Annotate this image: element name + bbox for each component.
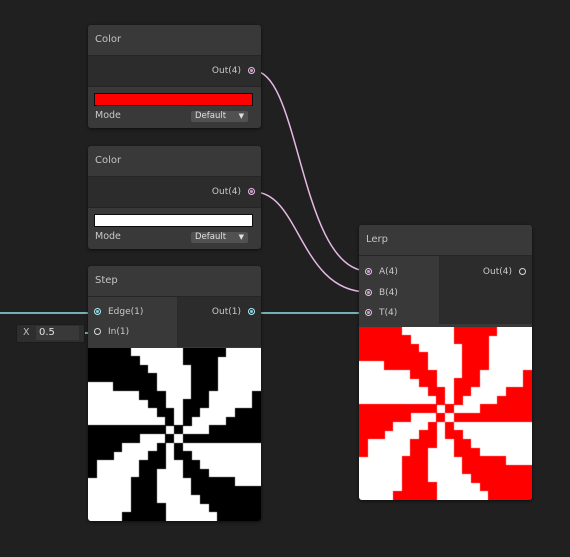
output-row: Out(4) [88,177,261,208]
out-port-icon[interactable] [248,188,255,195]
in-port-label: In(1) [108,327,130,337]
out-port-icon[interactable] [519,268,526,275]
step-in-inline-value[interactable]: X 0.5 [16,324,85,343]
out-port-label: Out(1) [211,307,241,317]
node-title: Step [88,266,261,297]
edge-color2-to-lerp-b[interactable] [253,191,369,293]
out-port-label: Out(4) [482,267,512,277]
input-ports: Edge(1) In(1) [88,297,178,347]
a-port-label: A(4) [379,267,398,277]
color-properties: Mode Default ▼ [88,208,261,248]
output-ports: Out(4) [440,256,532,324]
in-port-icon[interactable] [94,328,101,335]
color-properties: Mode Default ▼ [88,87,261,127]
b-port-label: B(4) [379,288,398,298]
chevron-down-icon: ▼ [238,233,244,241]
mode-dropdown[interactable]: Default ▼ [191,232,248,243]
t-port-icon[interactable] [365,309,372,316]
chevron-down-icon: ▼ [238,112,244,120]
out-port-label: Out(4) [211,187,241,197]
edge-port-icon[interactable] [94,308,101,315]
color-node-white[interactable]: Color Out(4) Mode Default ▼ [88,146,261,249]
lerp-ports: A(4) B(4) T(4) Out(4) [359,256,532,324]
out-port-label: Out(4) [211,66,241,76]
color-node-red[interactable]: Color Out(4) Mode Default ▼ [88,25,261,128]
axis-label: X [23,327,30,338]
lerp-node[interactable]: Lerp A(4) B(4) T(4) Out(4) [359,225,532,500]
color-swatch[interactable] [94,214,253,227]
color-swatch[interactable] [94,93,253,106]
output-ports: Out(1) [178,297,261,347]
mode-dropdown[interactable]: Default ▼ [191,111,248,122]
mode-value: Default [195,232,227,242]
mode-label: Mode [95,231,121,242]
node-title: Color [88,146,261,177]
node-title: Color [88,25,261,56]
step-node[interactable]: Step Edge(1) In(1) Out(1) [88,266,261,521]
mode-label: Mode [95,110,121,121]
t-port-label: T(4) [379,308,398,318]
out-port-icon[interactable] [248,308,255,315]
edge-color1-to-lerp-a[interactable] [253,70,369,272]
input-ports: A(4) B(4) T(4) [359,256,440,324]
step-preview-image [88,348,261,521]
out-port-icon[interactable] [248,67,255,74]
output-row: Out(4) [88,56,261,87]
node-title: Lerp [359,225,532,256]
lerp-preview-image [359,327,532,500]
value-input[interactable]: 0.5 [36,326,79,340]
b-port-icon[interactable] [365,289,372,296]
a-port-icon[interactable] [365,268,372,275]
step-ports: Edge(1) In(1) Out(1) [88,297,261,347]
edge-port-label: Edge(1) [108,307,144,317]
mode-value: Default [195,111,227,121]
